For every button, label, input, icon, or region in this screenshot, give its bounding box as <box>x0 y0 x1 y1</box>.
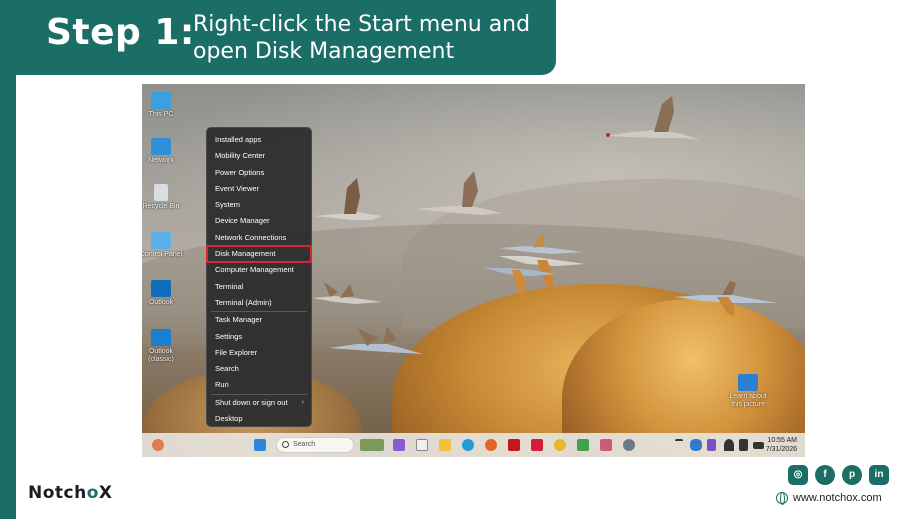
desktop-icon-outlook[interactable]: Outlook <box>142 280 186 307</box>
wifi-icon[interactable] <box>724 439 734 451</box>
desktop-icon-label: Outlook (classic) <box>148 348 174 363</box>
website-url: www.notchox.com <box>793 492 882 504</box>
crane-bird-8 <box>329 326 423 354</box>
taskbar: Search 10:55 AM 7/31/2026 <box>142 433 805 457</box>
outlook-icon <box>151 280 171 297</box>
netflix-icon[interactable] <box>508 439 520 451</box>
paint-icon[interactable] <box>600 439 612 451</box>
linkedin-icon[interactable]: in <box>869 465 889 485</box>
desktop-icon-control-panel[interactable]: Control Panel <box>142 232 186 259</box>
step-description-line-1: Right-click the Start menu and <box>193 12 531 37</box>
facebook-icon[interactable]: f <box>815 465 835 485</box>
chrome-icon[interactable] <box>554 439 566 451</box>
control-panel-icon <box>151 232 171 249</box>
outlook-classic-icon <box>151 329 171 346</box>
crane-bird-3 <box>414 171 502 215</box>
settings-gear-icon[interactable] <box>623 439 635 451</box>
defender-icon[interactable] <box>707 439 716 451</box>
desktop-icon-label: This PC <box>148 111 174 118</box>
desktop-icon-label: Learn about this picture <box>729 393 767 408</box>
menu-item-power-options[interactable]: Power Options <box>207 165 311 181</box>
social-links: ◎ f p in <box>788 465 889 485</box>
menu-item-terminal-admin[interactable]: Terminal (Admin) <box>207 295 311 311</box>
step-description-line-2: open Disk Management <box>193 39 455 64</box>
menu-item-mobility-center[interactable]: Mobility Center <box>207 148 311 164</box>
firefox-icon[interactable] <box>485 439 497 451</box>
instagram-icon[interactable]: ◎ <box>788 465 808 485</box>
chevron-up-icon[interactable] <box>675 439 683 451</box>
volume-icon[interactable] <box>739 439 748 451</box>
desktop-icon-recycle-bin[interactable]: Recycle Bin <box>142 184 186 211</box>
step-header: Step 1: Right-click the Start menu and o… <box>0 0 556 75</box>
menu-item-event-viewer[interactable]: Event Viewer <box>207 181 311 197</box>
menu-item-task-manager[interactable]: Task Manager <box>207 312 311 328</box>
learn-about-picture-icon <box>738 374 758 391</box>
desktop-icon-learn-about-picture[interactable]: Learn about this picture <box>723 374 773 409</box>
menu-item-search[interactable]: Search <box>207 361 311 377</box>
taskbar-clock[interactable]: 10:55 AM 7/31/2026 <box>766 436 797 454</box>
notchox-logo: NotchoX <box>28 483 113 503</box>
step-description: Right-click the Start menu and open Disk… <box>193 11 530 65</box>
website-link[interactable]: www.notchox.com <box>776 492 882 505</box>
menu-item-terminal[interactable]: Terminal <box>207 279 311 295</box>
pinterest-icon[interactable]: p <box>842 465 862 485</box>
menu-item-file-explorer[interactable]: File Explorer <box>207 345 311 361</box>
desktop-icon-label: Control Panel <box>142 251 183 258</box>
desktop-icon-network[interactable]: Network <box>142 138 186 165</box>
clock-date: 7/31/2026 <box>765 446 797 453</box>
menu-item-disk-management[interactable]: Disk Management <box>206 245 312 264</box>
menu-item-run[interactable]: Run <box>207 377 311 393</box>
file-explorer-icon[interactable] <box>439 439 451 451</box>
user-avatar-icon[interactable] <box>152 439 164 451</box>
taskbar-search-box[interactable]: Search <box>276 437 354 453</box>
menu-item-desktop[interactable]: Desktop <box>207 411 311 427</box>
step-number: Step 1: <box>46 12 195 53</box>
menu-item-network-connections[interactable]: Network Connections <box>207 230 311 246</box>
logo-text-part: o <box>86 483 99 503</box>
desktop-icon-label: Recycle Bin <box>142 203 180 210</box>
desktop-icon-label: Outlook <box>148 299 174 306</box>
crane-bird-7 <box>312 282 382 304</box>
menu-item-computer-management[interactable]: Computer Management <box>207 262 311 278</box>
start-context-menu: Installed apps Mobility Center Power Opt… <box>206 127 312 427</box>
globe-icon <box>776 492 788 505</box>
recycle-bin-icon <box>154 184 168 201</box>
crane-bird-6 <box>499 234 583 254</box>
taskbar-search-placeholder: Search <box>293 441 316 448</box>
widgets-icon[interactable] <box>360 439 384 451</box>
desktop-icon-this-pc[interactable]: This PC <box>142 92 186 119</box>
menu-item-system[interactable]: System <box>207 197 311 213</box>
network-icon <box>151 138 171 155</box>
search-icon <box>282 441 289 448</box>
menu-item-shut-down-label: Shut down or sign out <box>215 397 288 407</box>
edge-icon[interactable] <box>462 439 474 451</box>
crane-bird-2 <box>314 178 382 220</box>
copilot-icon[interactable] <box>393 439 405 451</box>
start-button-icon[interactable] <box>254 439 266 451</box>
crane-bird-9 <box>674 281 777 317</box>
logo-text-part: Notch <box>28 483 87 503</box>
menu-item-settings[interactable]: Settings <box>207 329 311 345</box>
crane-bird-1 <box>604 96 700 140</box>
clock-time: 10:55 AM <box>767 437 797 444</box>
menu-item-installed-apps[interactable]: Installed apps <box>207 132 311 148</box>
chevron-right-icon: › <box>301 398 304 406</box>
app-l-icon[interactable] <box>531 439 543 451</box>
left-accent-bar <box>0 0 16 519</box>
logo-text-part: X <box>98 483 113 503</box>
monitor-icon <box>151 92 171 109</box>
maps-icon[interactable] <box>577 439 589 451</box>
battery-icon[interactable] <box>753 442 764 449</box>
desktop-icon-label: Network <box>148 157 174 164</box>
onedrive-icon[interactable] <box>690 439 702 451</box>
desktop-icon-outlook-classic[interactable]: Outlook (classic) <box>142 329 186 364</box>
menu-item-device-manager[interactable]: Device Manager <box>207 213 311 229</box>
task-view-icon[interactable] <box>416 439 428 451</box>
menu-item-shut-down[interactable]: Shut down or sign out › <box>207 395 311 411</box>
